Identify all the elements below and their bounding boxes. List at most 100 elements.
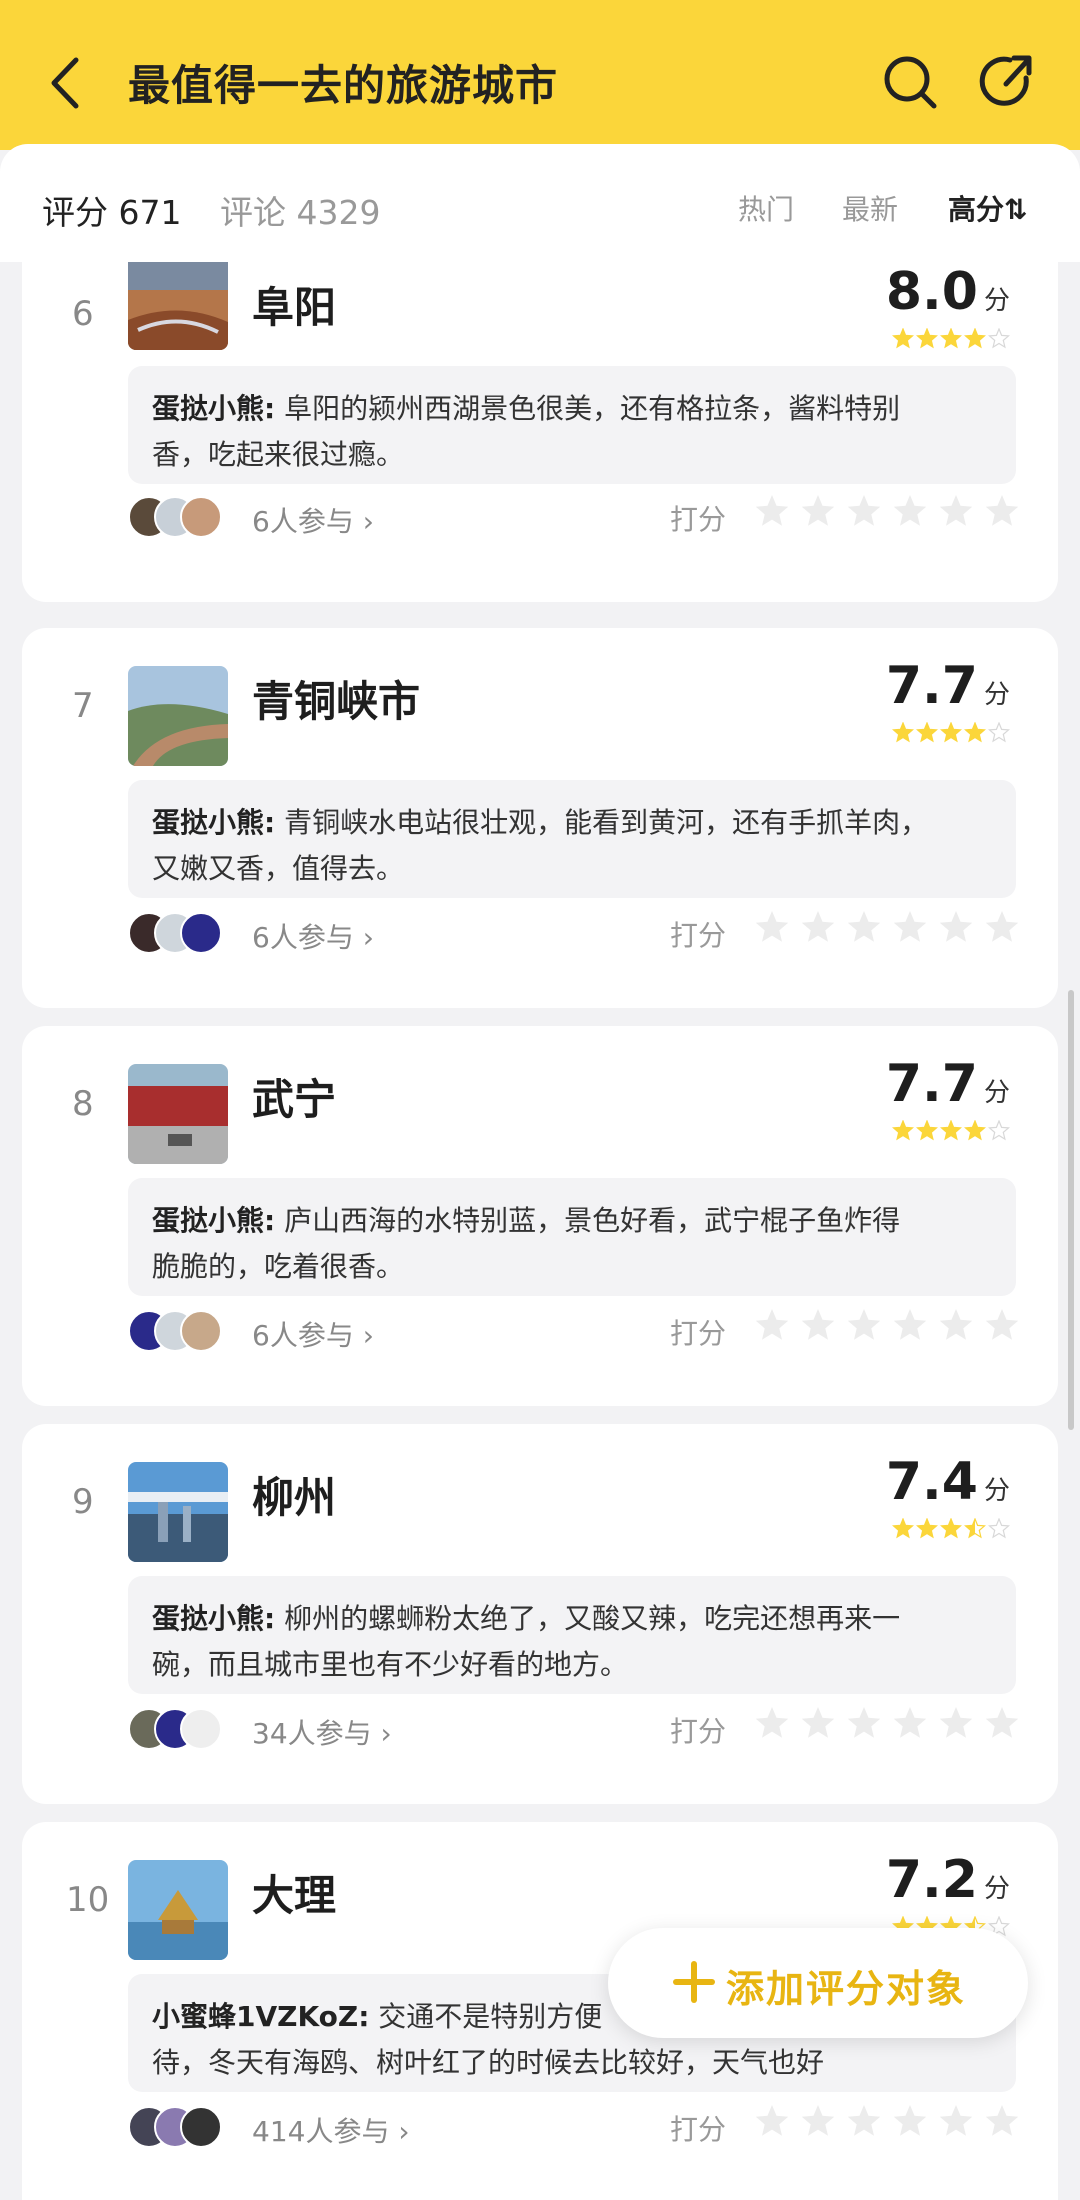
page-title: 最值得一去的旅游城市 (128, 61, 559, 110)
city-thumbnail[interactable] (128, 1064, 228, 1164)
sort-hot[interactable]: 热门 (738, 188, 794, 228)
participant-count-text: 34人参与 (252, 1717, 372, 1750)
city-name: 青铜峡市 (252, 677, 421, 726)
score-value: 8.0 (885, 262, 978, 322)
add-rating-target-button[interactable]: 添加评分对象 (608, 1928, 1028, 2038)
rate-star-icon (939, 1309, 973, 1340)
rate-label: 打分 (670, 919, 727, 952)
rate-star-icon (755, 2105, 789, 2136)
participant-count-text: 414人参与 (252, 2115, 390, 2148)
list-item[interactable]: 6 阜阳 8.0 分 蛋挞小熊: 阜阳的颍州西湖景色很美，还有格拉条，酱料特别 香… (22, 262, 1058, 602)
city-score: 7.2 分 (886, 1850, 1010, 1937)
comment-count[interactable]: 评论 4329 (220, 186, 380, 234)
score-count: 评分 671 (42, 193, 182, 232)
comment-author: 蛋挞小熊: (152, 392, 276, 425)
participant-count: 6人参与 › (252, 505, 374, 538)
score-stars (892, 1120, 1010, 1141)
score-value: 7.7 (885, 656, 978, 716)
rate-star-icon (893, 495, 927, 526)
star-icon (940, 328, 962, 349)
score-unit: 分 (983, 680, 1010, 710)
rate-star-icon (801, 495, 835, 526)
star-icon (964, 1120, 986, 1141)
city-thumbnail[interactable] (128, 1860, 228, 1960)
avatar (180, 2106, 222, 2148)
avatar (180, 1708, 222, 1750)
city-thumbnail[interactable] (128, 666, 228, 766)
rate-star-icon (893, 911, 927, 942)
rate-stars-input[interactable] (752, 492, 1040, 532)
rate-stars-input[interactable] (752, 1704, 1040, 1744)
participant-count-text: 6人参与 (252, 505, 354, 538)
rate-star-icon (939, 2105, 973, 2136)
score-stars (892, 1518, 1010, 1539)
top-comment[interactable]: 蛋挞小熊: 柳州的螺蛳粉太绝了，又酸又辣，吃完还想再来一 碗，而且城市里也有不少… (128, 1576, 1016, 1694)
participant-count-text: 6人参与 (252, 1319, 354, 1352)
participant-count: 6人参与 › (252, 1319, 374, 1352)
city-score: 7.7 分 (885, 656, 1010, 743)
rate-star-icon (985, 495, 1019, 526)
plus-icon (673, 1961, 715, 2003)
comment-text: 青铜峡水电站很壮观，能看到黄河，还有手抓羊肉， (275, 806, 929, 839)
city-name: 大理 (252, 1871, 337, 1920)
comment-text-cont: 碗，而且城市里也有不少好看的地方。 (152, 1648, 629, 1681)
city-name: 柳州 (252, 1473, 337, 1522)
rate-star-icon (755, 495, 789, 526)
scrollbar[interactable] (1068, 990, 1074, 1430)
rate-star-icon (893, 1707, 927, 1738)
rate-stars-input[interactable] (752, 2102, 1040, 2142)
rate-star-icon (801, 1707, 835, 1738)
comment-author: 蛋挞小熊: (152, 1204, 276, 1237)
top-comment[interactable]: 蛋挞小熊: 青铜峡水电站很壮观，能看到黄河，还有手抓羊肉， 又嫩又香，值得去。 (128, 780, 1016, 898)
rate-star-icon (985, 2105, 1019, 2136)
comment-author: 蛋挞小熊: (152, 806, 276, 839)
star-icon (988, 1120, 1010, 1141)
sort-high-score[interactable]: 高分⇅ (948, 188, 1027, 228)
list-item[interactable]: 9 柳州 7.4 分 蛋挞小熊: 柳州的螺蛳粉太绝了，又酸又辣，吃完还想再来一 碗… (22, 1424, 1058, 1804)
share-icon[interactable] (974, 50, 1038, 114)
city-score: 7.7 分 (885, 1054, 1010, 1141)
star-icon (964, 722, 986, 743)
rate-stars-input[interactable] (752, 1306, 1040, 1346)
score-unit: 分 (983, 1078, 1010, 1108)
rate-star-icon (801, 1309, 835, 1340)
search-icon[interactable] (878, 50, 942, 114)
city-thumbnail[interactable] (128, 262, 228, 350)
rate-star-icon (985, 1707, 1019, 1738)
rate-label: 打分 (670, 503, 727, 536)
score-unit: 分 (983, 286, 1010, 316)
avatar (180, 912, 222, 954)
rate-star-icon (985, 1309, 1019, 1340)
score-value: 7.7 (885, 1054, 978, 1114)
top-comment[interactable]: 蛋挞小熊: 庐山西海的水特别蓝，景色好看，武宁棍子鱼炸得 脆脆的，吃着很香。 (128, 1178, 1016, 1296)
participant-count: 414人参与 › (252, 2115, 410, 2148)
rate-star-icon (939, 911, 973, 942)
avatar (180, 1310, 222, 1352)
city-thumbnail[interactable] (128, 1462, 228, 1562)
rate-star-icon (893, 1309, 927, 1340)
rank-number: 10 (66, 1880, 110, 1920)
comment-text-cont: 脆脆的，吃着很香。 (152, 1250, 405, 1283)
comment-text: 交通不是特别方便 (369, 2000, 603, 2033)
list-item[interactable]: 7 青铜峡市 7.7 分 蛋挞小熊: 青铜峡水电站很壮观，能看到黄河，还有手抓羊肉… (22, 628, 1058, 1008)
star-icon (916, 1518, 938, 1539)
ranking-list[interactable]: 6 阜阳 8.0 分 蛋挞小熊: 阜阳的颍州西湖景色很美，还有格拉条，酱料特别 香… (0, 262, 1080, 2200)
app-header: 最值得一去的旅游城市 (0, 0, 1080, 150)
back-arrow-icon[interactable] (40, 48, 92, 118)
star-icon (892, 1518, 914, 1539)
sort-latest[interactable]: 最新 (842, 188, 898, 228)
comment-text: 阜阳的颍州西湖景色很美，还有格拉条，酱料特别 (275, 392, 901, 425)
city-name: 武宁 (252, 1075, 337, 1124)
participant-count: 34人参与 › (252, 1717, 392, 1750)
star-icon (988, 328, 1010, 349)
rate-star-icon (847, 1309, 881, 1340)
star-icon (988, 722, 1010, 743)
star-icon (892, 328, 914, 349)
rate-stars-input[interactable] (752, 908, 1040, 948)
comment-author: 蛋挞小熊: (152, 1602, 276, 1635)
rate-star-icon (755, 911, 789, 942)
list-item[interactable]: 8 武宁 7.7 分 蛋挞小熊: 庐山西海的水特别蓝，景色好看，武宁棍子鱼炸得 脆… (22, 1026, 1058, 1406)
rate-star-icon (893, 2105, 927, 2136)
rate-star-icon (847, 911, 881, 942)
top-comment[interactable]: 蛋挞小熊: 阜阳的颍州西湖景色很美，还有格拉条，酱料特别 香，吃起来很过瘾。 (128, 366, 1016, 484)
